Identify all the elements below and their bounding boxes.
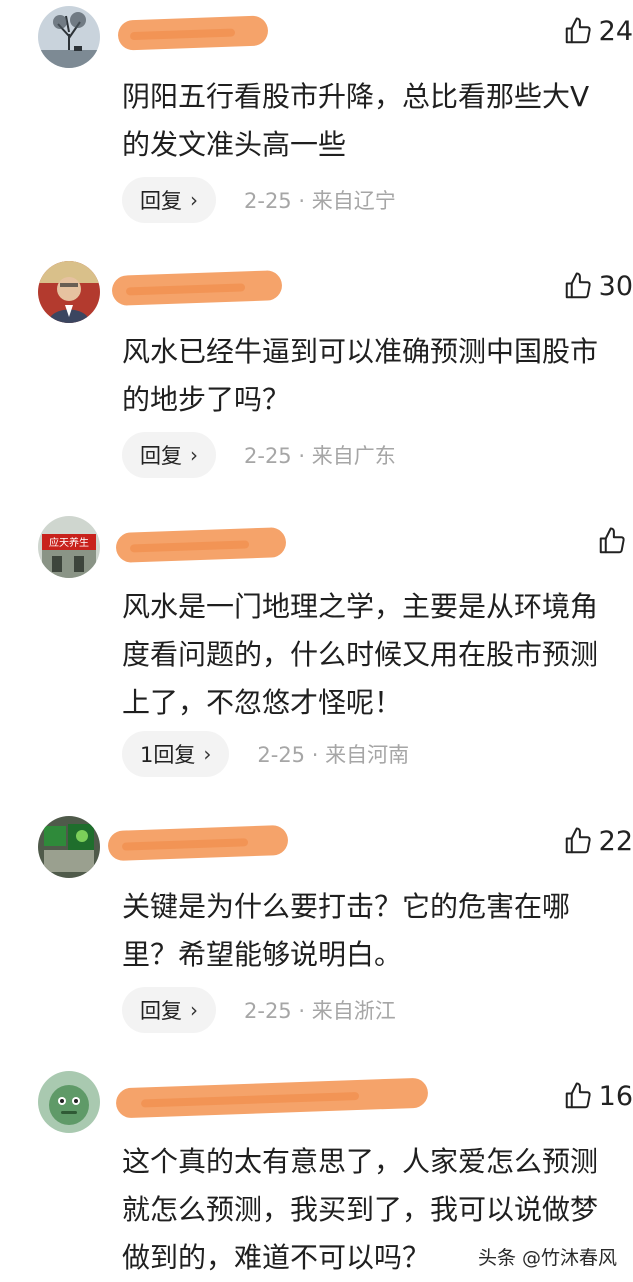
comment-text: 风水是一门地理之学，主要是从环境角 度看问题的，什么时候又用在股市预测 上了，不… xyxy=(122,583,633,727)
watermark: 头条 @竹沐春风 xyxy=(477,1247,617,1269)
comment-date-location: 2-25 · 来自浙江 xyxy=(244,995,396,1025)
comment-meta: 回复 › 2-25 · 来自辽宁 xyxy=(122,177,396,223)
avatar[interactable] xyxy=(38,1071,100,1133)
comment-text-line: 这个真的太有意思了，人家爱怎么预测 xyxy=(122,1145,599,1178)
comment-text-line: 就怎么预测，我买到了，我可以说做梦 xyxy=(122,1193,599,1226)
comment-item: 22 关键是为什么要打击？它的危害在哪 里？希望能够说明白。 回复 › 2-25… xyxy=(0,810,633,1055)
comment-date: 2-25 xyxy=(244,189,292,213)
avatar[interactable]: 应天养生 xyxy=(38,516,100,578)
comment-text: 阴阳五行看股市升降，总比看那些大V 的发文准头高一些 xyxy=(122,73,633,169)
comment-text: 关键是为什么要打击？它的危害在哪 里？希望能够说明白。 xyxy=(122,883,633,979)
like-button[interactable] xyxy=(597,524,633,558)
username-redacted[interactable] xyxy=(111,270,283,306)
avatar-sign-text: 应天养生 xyxy=(49,536,89,549)
comment-date-location: 2-25 · 来自河南 xyxy=(257,739,409,769)
avatar[interactable] xyxy=(38,816,100,878)
chevron-right-icon: › xyxy=(190,188,198,212)
username-redacted[interactable] xyxy=(115,527,287,563)
thumbs-up-icon xyxy=(565,827,591,854)
avatar[interactable] xyxy=(38,6,100,68)
reply-label: 回复 xyxy=(140,444,182,468)
like-count: 24 xyxy=(598,15,633,47)
comment-text-line: 上了，不忽悠才怪呢！ xyxy=(122,686,403,719)
comment-date-location: 2-25 · 来自广东 xyxy=(244,440,396,470)
reply-button[interactable]: 回复 › xyxy=(122,177,216,223)
comment-text-line: 的地步了吗？ xyxy=(122,383,291,416)
chevron-right-icon: › xyxy=(190,998,198,1022)
thumbs-up-icon xyxy=(599,527,625,554)
comment-item: 应天养生 风水是一门地理之学，主要是从环境角 度看问题的，什么时候又用在股市预测… xyxy=(0,510,633,810)
comment-text-line: 的发文准头高一些 xyxy=(122,128,347,161)
like-count: 16 xyxy=(598,1080,633,1112)
comment-text-line: 里？希望能够说明白。 xyxy=(122,938,403,971)
like-button[interactable]: 22 xyxy=(563,824,633,858)
reply-label: 回复 xyxy=(140,999,182,1023)
chevron-right-icon: › xyxy=(203,742,212,766)
thumbs-up-icon xyxy=(565,272,591,299)
comment-text-line: 风水是一门地理之学，主要是从环境角 xyxy=(122,590,599,623)
username-redacted[interactable] xyxy=(115,1077,429,1119)
reply-button[interactable]: 回复 › xyxy=(122,987,216,1033)
comment-date-location: 2-25 · 来自辽宁 xyxy=(244,185,396,215)
reply-button[interactable]: 回复 › xyxy=(122,432,216,478)
comment-meta: 1回复 › 2-25 · 来自河南 xyxy=(122,731,409,777)
reply-button[interactable]: 1回复 › xyxy=(122,731,230,777)
reply-label: 回复 xyxy=(140,189,182,213)
comment-date: 2-25 xyxy=(244,444,292,468)
comment-text-line: 风水已经牛逼到可以准确预测中国股市 xyxy=(122,335,599,368)
comment-meta: 回复 › 2-25 · 来自浙江 xyxy=(122,987,396,1033)
comment-date: 2-25 xyxy=(257,743,306,767)
username-redacted[interactable] xyxy=(117,15,269,51)
comment-item: 24 阴阳五行看股市升降，总比看那些大V 的发文准头高一些 回复 › 2-25 … xyxy=(0,0,633,245)
comment-location: · 来自广东 xyxy=(298,444,396,468)
chevron-right-icon: › xyxy=(190,443,198,467)
username-redacted[interactable] xyxy=(107,824,289,862)
like-count: 22 xyxy=(598,825,633,857)
avatar[interactable] xyxy=(38,261,100,323)
reply-label: 1回复 xyxy=(140,743,196,767)
like-button[interactable]: 16 xyxy=(563,1079,633,1113)
like-count: 30 xyxy=(598,270,633,302)
comment-text: 风水已经牛逼到可以准确预测中国股市 的地步了吗？ xyxy=(122,328,633,424)
comment-text-line: 关键是为什么要打击？它的危害在哪 xyxy=(122,890,571,923)
comment-meta: 回复 › 2-25 · 来自广东 xyxy=(122,432,396,478)
comment-date: 2-25 xyxy=(244,999,292,1023)
thumbs-up-icon xyxy=(565,17,591,44)
comment-location: · 来自浙江 xyxy=(298,999,396,1023)
comment-location: · 来自河南 xyxy=(311,743,410,767)
like-button[interactable]: 30 xyxy=(563,269,633,303)
comment-text-line: 阴阳五行看股市升降，总比看那些大V xyxy=(122,80,590,113)
comment-text-line: 度看问题的，什么时候又用在股市预测 xyxy=(122,638,599,671)
comment-location: · 来自辽宁 xyxy=(298,189,396,213)
comment-item: 30 风水已经牛逼到可以准确预测中国股市 的地步了吗？ 回复 › 2-25 · … xyxy=(0,255,633,500)
thumbs-up-icon xyxy=(565,1082,591,1109)
like-button[interactable]: 24 xyxy=(563,14,633,48)
